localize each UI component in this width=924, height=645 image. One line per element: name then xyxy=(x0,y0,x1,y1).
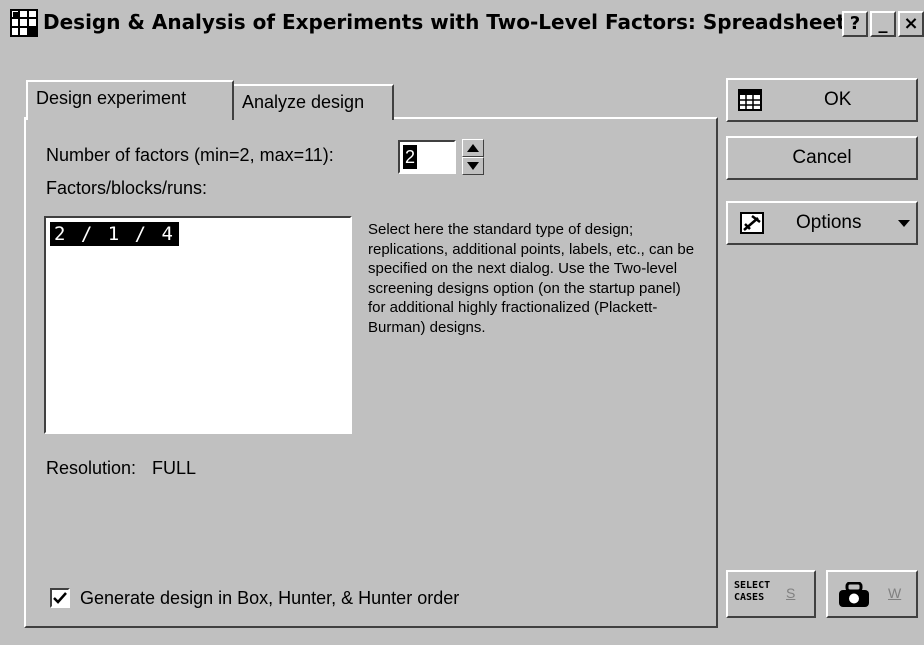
options-button[interactable]: Options xyxy=(726,201,918,245)
minimize-button[interactable]: _ xyxy=(870,11,896,37)
weight-icon xyxy=(839,582,869,607)
factors-value: 2 xyxy=(403,145,418,169)
design-description: Select here the standard type of design;… xyxy=(368,221,695,336)
select-cases-line1: SELECT xyxy=(734,580,771,591)
title-bar: Design & Analysis of Experiments with Tw… xyxy=(0,0,924,46)
window-title: Design & Analysis of Experiments with Tw… xyxy=(43,10,843,34)
check-icon xyxy=(53,592,67,604)
select-cases-key: S xyxy=(786,585,796,601)
spin-up-button[interactable] xyxy=(462,139,484,157)
bhh-order-label[interactable]: Generate design in Box, Hunter, & Hunter… xyxy=(80,588,459,609)
tab-analyze-design[interactable]: Analyze design xyxy=(234,84,394,120)
arrow-down-icon xyxy=(467,162,479,170)
select-cases-line2: CASES xyxy=(734,592,765,603)
resolution-value: FULL xyxy=(152,458,197,478)
help-button[interactable]: ? xyxy=(842,11,868,37)
factors-input[interactable]: 2 xyxy=(398,140,456,174)
ok-button[interactable]: OK xyxy=(726,78,918,122)
weight-key: W xyxy=(888,585,902,601)
list-item[interactable]: 2 / 1 / 4 xyxy=(50,222,179,246)
spreadsheet-icon xyxy=(738,89,762,111)
cancel-button[interactable]: Cancel xyxy=(726,136,918,180)
dropdown-arrow-icon xyxy=(898,220,910,227)
close-button[interactable]: × xyxy=(898,11,924,37)
tab-design-experiment[interactable]: Design experiment xyxy=(26,80,234,120)
ok-label: OK xyxy=(824,89,852,110)
select-cases-button[interactable]: SELECT CASES S xyxy=(726,570,816,618)
arrow-up-icon xyxy=(467,144,479,152)
bhh-order-checkbox[interactable] xyxy=(50,588,70,608)
list-label: Factors/blocks/runs: xyxy=(46,178,208,198)
options-label: Options xyxy=(796,212,862,233)
weight-button[interactable]: W xyxy=(826,570,918,618)
factors-spinner[interactable] xyxy=(462,139,484,175)
options-icon xyxy=(740,212,764,234)
factors-label: Number of factors (min=2, max=11): xyxy=(46,145,334,165)
spin-down-button[interactable] xyxy=(462,157,484,175)
app-icon xyxy=(10,9,38,37)
design-listbox[interactable]: 2 / 1 / 4 xyxy=(44,216,352,434)
resolution-label: Resolution: xyxy=(46,458,137,478)
